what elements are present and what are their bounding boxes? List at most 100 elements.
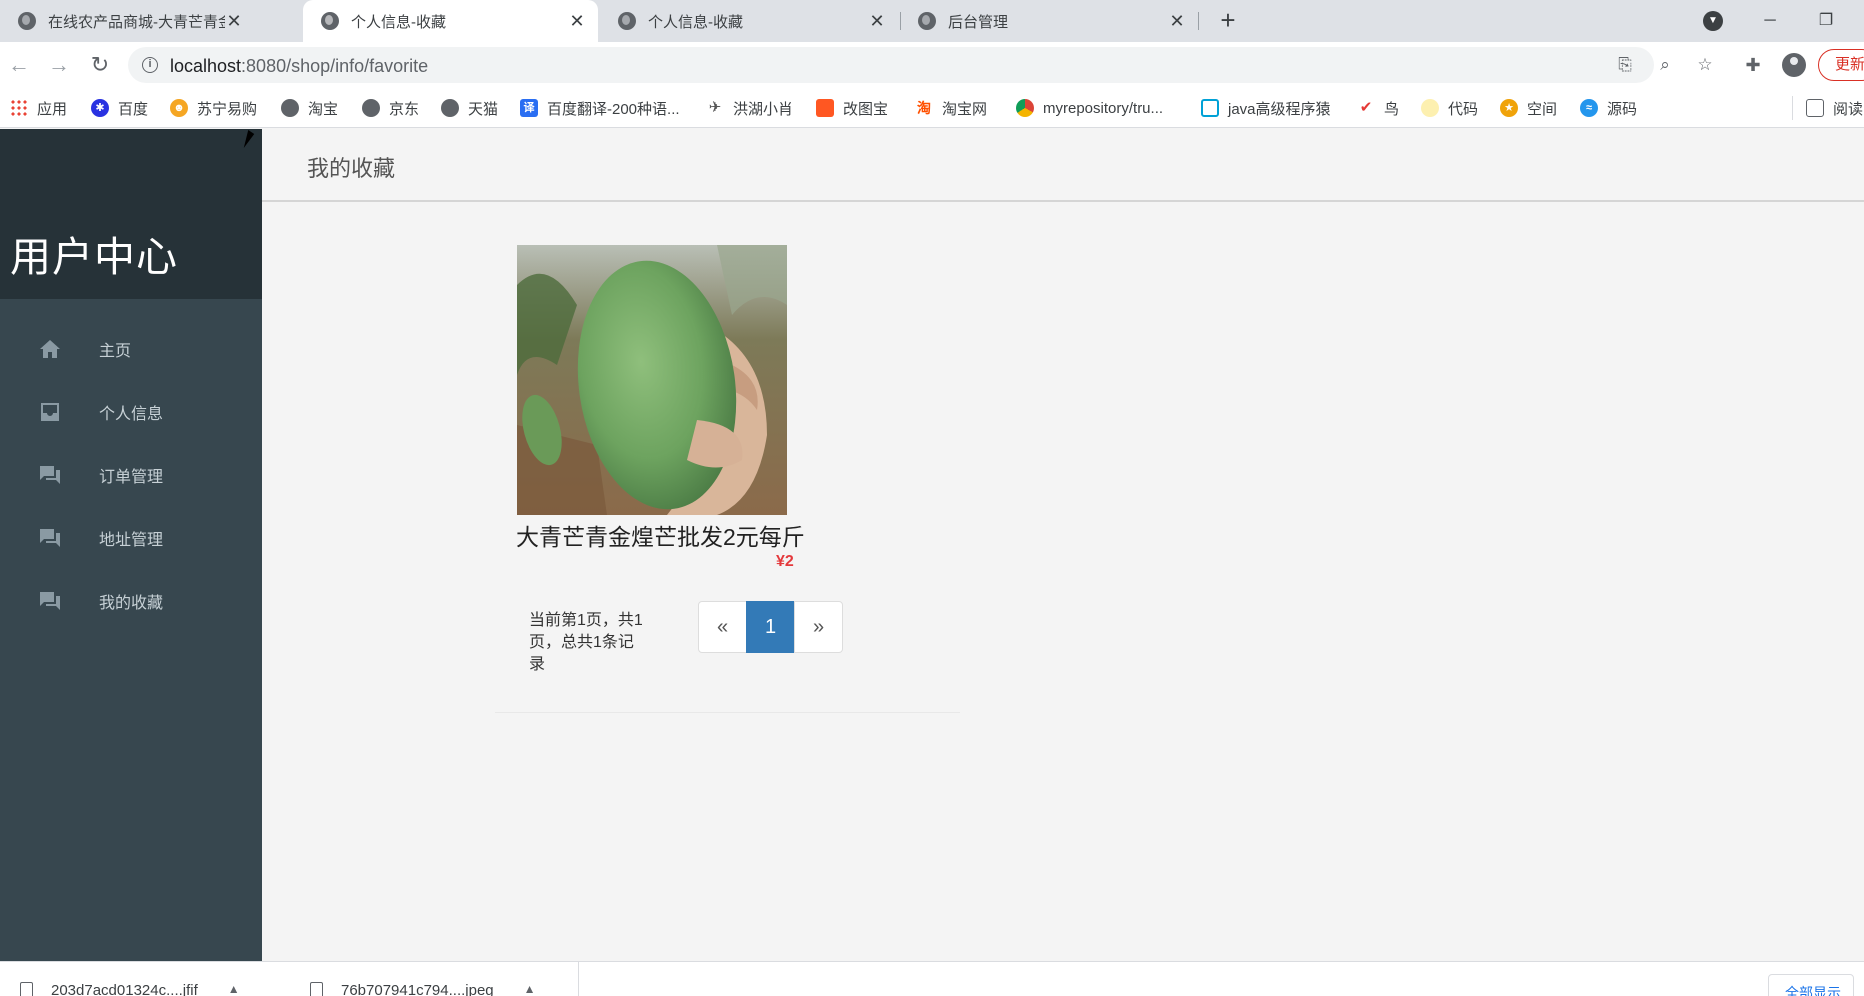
sidebar-item-label: 个人信息 bbox=[99, 405, 164, 423]
sidebar-item-profile[interactable]: 个人信息 bbox=[0, 380, 262, 443]
product-price: ¥2 bbox=[776, 553, 794, 570]
bird-icon: ✔ bbox=[1357, 99, 1375, 117]
chevron-up-icon[interactable]: ▲ bbox=[524, 982, 536, 996]
bookmark-item[interactable]: 淘 淘宝网 bbox=[915, 98, 987, 118]
home-icon bbox=[40, 339, 60, 358]
bookmark-item[interactable]: ★ 空间 bbox=[1500, 98, 1557, 118]
previous-page-button[interactable]: « bbox=[698, 601, 747, 653]
page-content: 用户中心 主页 个人信息 订单管理 地址管理 我的收藏 我的收藏 大青芒青金煌芒… bbox=[0, 129, 1864, 961]
download-filename: 76b707941c794....jpeg bbox=[341, 982, 494, 996]
download-shelf: 203d7acd01324c....jfif ▲ 76b707941c794..… bbox=[0, 961, 1864, 996]
browser-toolbar: ← → ↻ i localhost:8080/shop/info/favorit… bbox=[0, 42, 1864, 88]
address-bar-url[interactable]: localhost:8080/shop/info/favorite bbox=[170, 56, 428, 77]
sidebar-item-address[interactable]: 地址管理 bbox=[0, 506, 262, 569]
bookmark-item[interactable]: 京东 bbox=[362, 98, 419, 118]
globe-icon bbox=[918, 12, 936, 30]
tab-search-icon[interactable]: ▼ bbox=[1703, 11, 1723, 31]
bookmark-item[interactable]: 译 百度翻译-200种语... bbox=[520, 98, 680, 118]
bookmarks-separator bbox=[1792, 96, 1793, 120]
browser-tab[interactable]: 后台管理 ✕ bbox=[900, 0, 1198, 42]
tab-separator bbox=[1198, 12, 1199, 30]
bookmark-item[interactable]: ✈ 洪湖小肖 bbox=[706, 98, 793, 118]
forward-arrow-icon[interactable]: → bbox=[44, 50, 74, 80]
update-button[interactable]: 更新 bbox=[1818, 49, 1864, 81]
globe-icon bbox=[441, 99, 459, 117]
tab-title: 个人信息-收藏 bbox=[648, 13, 743, 31]
minimize-button[interactable]: ─ bbox=[1750, 4, 1790, 38]
zoom-icon[interactable]: ⌕ bbox=[1655, 55, 1675, 75]
chrome-icon bbox=[1016, 99, 1034, 117]
extensions-puzzle-icon[interactable]: ✚ bbox=[1742, 54, 1764, 76]
close-tab-icon[interactable]: ✕ bbox=[1168, 11, 1186, 32]
suning-icon: ☻ bbox=[170, 99, 188, 117]
download-separator bbox=[578, 962, 579, 996]
bookmark-item[interactable]: 改图宝 bbox=[816, 98, 888, 118]
globe-icon bbox=[18, 12, 36, 30]
pagination: « 1 » bbox=[698, 601, 843, 653]
product-title[interactable]: 大青芒青金煌芒批发2元每斤 bbox=[516, 518, 805, 552]
restore-button[interactable]: ❐ bbox=[1806, 4, 1846, 38]
globe-icon bbox=[618, 12, 636, 30]
page-number-button[interactable]: 1 bbox=[746, 601, 795, 653]
site-info-icon[interactable]: i bbox=[142, 57, 158, 73]
bilibili-icon bbox=[1201, 99, 1219, 117]
browser-tab[interactable]: 在线农产品商城-大青芒青金煌芒 ✕ bbox=[0, 0, 255, 42]
sidebar-item-label: 地址管理 bbox=[99, 531, 164, 549]
close-tab-icon[interactable]: ✕ bbox=[568, 11, 586, 32]
chat-icon bbox=[40, 528, 60, 547]
download-item[interactable]: 76b707941c794....jpeg ▲ bbox=[310, 962, 536, 996]
tab-title: 个人信息-收藏 bbox=[351, 13, 446, 31]
browser-tab-active[interactable]: 个人信息-收藏 ✕ bbox=[303, 0, 598, 42]
close-tab-icon[interactable]: ✕ bbox=[868, 11, 886, 32]
tab-title: 后台管理 bbox=[948, 13, 1009, 31]
globe-icon bbox=[321, 12, 339, 30]
sidebar-item-label: 我的收藏 bbox=[99, 594, 164, 612]
sidebar-item-orders[interactable]: 订单管理 bbox=[0, 443, 262, 506]
globe-icon bbox=[362, 99, 380, 117]
next-page-button[interactable]: » bbox=[794, 601, 843, 653]
back-arrow-icon[interactable]: ← bbox=[4, 50, 34, 80]
baidu-translate-icon: 译 bbox=[520, 99, 538, 117]
file-icon bbox=[20, 982, 33, 996]
product-image[interactable] bbox=[517, 245, 787, 515]
divider bbox=[495, 712, 960, 713]
reading-list[interactable]: 阅读 bbox=[1806, 98, 1863, 118]
profile-avatar-icon[interactable] bbox=[1782, 53, 1806, 77]
bookmark-item[interactable]: 天猫 bbox=[441, 98, 498, 118]
translate-icon[interactable]: ⎘ bbox=[1615, 55, 1635, 75]
reload-icon[interactable]: ↻ bbox=[85, 50, 115, 80]
inbox-icon bbox=[41, 402, 59, 421]
browser-tab-strip: 在线农产品商城-大青芒青金煌芒 ✕ 个人信息-收藏 ✕ 个人信息-收藏 ✕ 后台… bbox=[0, 0, 1864, 42]
sidebar-item-home[interactable]: 主页 bbox=[0, 317, 262, 380]
bookmark-item[interactable]: myrepository/tru... bbox=[1016, 98, 1163, 118]
download-item[interactable]: 203d7acd01324c....jfif ▲ bbox=[20, 962, 240, 996]
taobao-icon: 淘 bbox=[915, 99, 933, 117]
sidebar-item-favorites[interactable]: 我的收藏 bbox=[0, 569, 262, 632]
show-all-downloads-button[interactable]: 全部显示 bbox=[1768, 974, 1854, 996]
bookmark-item[interactable]: ☻ 苏宁易购 bbox=[170, 98, 257, 118]
bookmarks-bar: 应用 ✱ 百度 ☻ 苏宁易购 淘宝 京东 天猫 译 百度翻译-200种语... … bbox=[0, 88, 1864, 128]
bookmark-item[interactable]: 代码 bbox=[1421, 98, 1478, 118]
browser-tab[interactable]: 个人信息-收藏 ✕ bbox=[600, 0, 898, 42]
sidebar: 用户中心 主页 个人信息 订单管理 地址管理 我的收藏 bbox=[0, 129, 262, 961]
pagination-info: 当前第1页，共1页，总共1条记录 bbox=[529, 612, 643, 673]
page-title: 我的收藏 bbox=[307, 156, 396, 181]
address-bar[interactable]: i localhost:8080/shop/info/favorite ⎘ ⌕ … bbox=[128, 47, 1713, 83]
bookmark-item[interactable]: ✔ 鸟 bbox=[1357, 98, 1399, 118]
close-tab-icon[interactable]: ✕ bbox=[225, 11, 243, 32]
tab-title: 在线农产品商城-大青芒青金煌芒 bbox=[48, 13, 225, 31]
bookmark-item[interactable]: ≈ 源码 bbox=[1580, 98, 1637, 118]
sidebar-item-label: 订单管理 bbox=[99, 468, 164, 486]
bookmark-star-icon[interactable]: ☆ bbox=[1695, 55, 1715, 75]
qzone-icon: ★ bbox=[1500, 99, 1518, 117]
bookmark-apps[interactable]: 应用 bbox=[10, 98, 67, 118]
chevron-up-icon[interactable]: ▲ bbox=[228, 982, 240, 996]
sidebar-brand: 用户中心 bbox=[0, 129, 262, 299]
bookmark-item[interactable]: java高级程序猿 bbox=[1201, 98, 1331, 118]
bookmark-item[interactable]: 淘宝 bbox=[281, 98, 338, 118]
new-tab-button[interactable]: + bbox=[1213, 6, 1243, 36]
page-header: 我的收藏 bbox=[262, 129, 1864, 202]
sidebar-title: 用户中心 bbox=[10, 234, 178, 280]
chat-icon bbox=[40, 465, 60, 484]
bookmark-item[interactable]: ✱ 百度 bbox=[91, 98, 148, 118]
